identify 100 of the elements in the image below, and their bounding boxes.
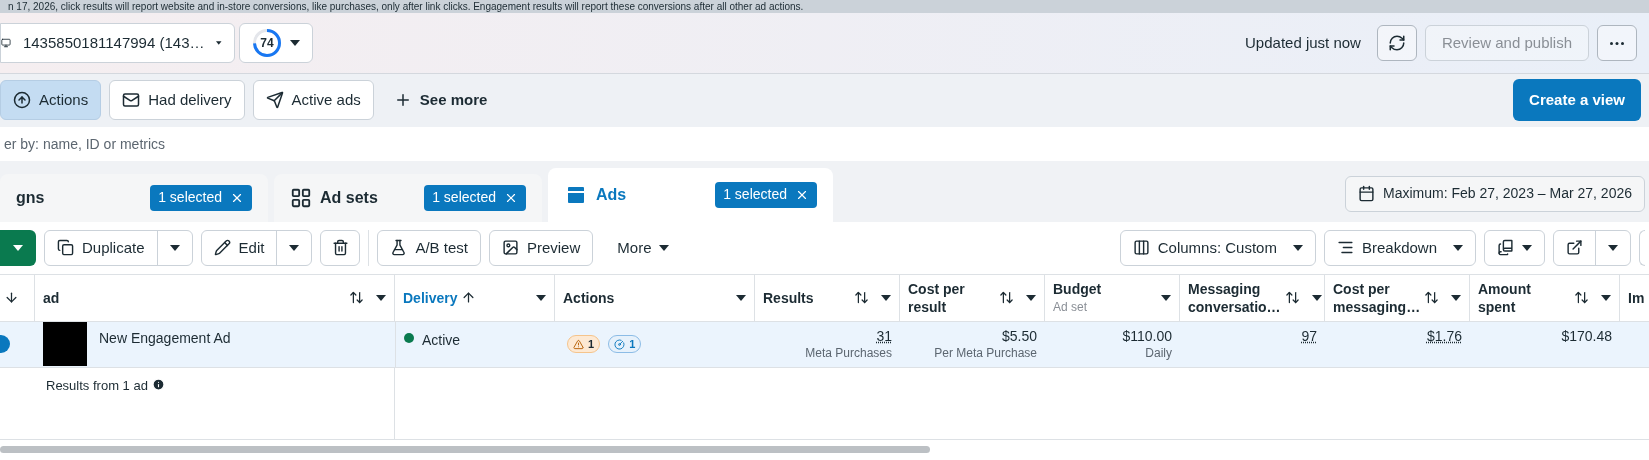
envelope-icon xyxy=(122,91,141,110)
selection-badge[interactable]: 1 selected xyxy=(715,182,817,208)
actions-badge[interactable]: 1 xyxy=(608,335,642,354)
metric-value: $5.50 xyxy=(1001,328,1037,345)
column-header[interactable]: Actions xyxy=(555,275,755,321)
close-icon xyxy=(795,188,809,202)
caret-icon xyxy=(1451,295,1462,301)
caret-icon xyxy=(1601,295,1611,301)
score-selector[interactable]: 74 xyxy=(239,23,313,64)
filter-chip[interactable]: Actions xyxy=(0,80,102,121)
sort-ascending-icon[interactable] xyxy=(461,290,477,306)
breakdown-button[interactable]: Breakdown xyxy=(1323,230,1476,266)
filter-chip[interactable]: Had delivery xyxy=(109,80,245,121)
level-tab[interactable]: Ad sets 1 selected xyxy=(274,174,542,222)
column-header[interactable]: Budget Ad set xyxy=(1045,275,1180,321)
reports-button[interactable] xyxy=(1484,230,1545,266)
sort-icon[interactable] xyxy=(349,290,364,306)
sort-icon[interactable] xyxy=(1284,290,1300,306)
ad-name[interactable]: New Engagement Ad xyxy=(99,322,231,349)
ad-thumbnail xyxy=(43,322,87,366)
calendar-icon xyxy=(1357,185,1375,203)
edit-label: Edit xyxy=(238,237,265,258)
caret-icon xyxy=(1311,295,1322,301)
column-title: Budget xyxy=(1053,280,1102,298)
column-title: Results xyxy=(763,289,814,307)
selection-badge[interactable]: 1 selected xyxy=(424,185,526,211)
column-header[interactable]: ad xyxy=(35,275,395,321)
warning-icon xyxy=(573,339,584,350)
reports-icon xyxy=(1497,239,1514,257)
duplicate-split-button[interactable]: Duplicate xyxy=(44,230,193,266)
see-more-button[interactable]: See more xyxy=(381,89,500,112)
caret-icon xyxy=(536,295,546,301)
create-view-button[interactable]: Create a view xyxy=(1513,79,1641,122)
create-dropdown-button[interactable] xyxy=(0,230,36,266)
caret-icon xyxy=(1608,245,1618,251)
caret-icon xyxy=(289,245,300,251)
date-range-picker[interactable]: Maximum: Feb 27, 2023 – Mar 27, 2026 xyxy=(1344,176,1645,212)
column-header[interactable]: Amount spent xyxy=(1470,275,1620,321)
column-header[interactable]: Im xyxy=(1620,275,1649,321)
preview-button[interactable]: Preview xyxy=(488,230,594,266)
caret-icon xyxy=(1453,245,1463,251)
more-button[interactable]: More xyxy=(601,230,686,266)
sort-icon[interactable] xyxy=(999,290,1014,306)
column-header[interactable]: Results xyxy=(755,275,900,321)
columns-button[interactable]: Columns: Custom xyxy=(1119,230,1316,266)
column-header[interactable]: Messaging conversatio… xyxy=(1180,275,1325,321)
warning-badge[interactable]: 1 xyxy=(567,335,601,354)
caret-icon xyxy=(169,245,180,251)
delete-button[interactable] xyxy=(320,230,361,266)
sort-descending-icon[interactable] xyxy=(4,290,19,306)
sort-icon[interactable] xyxy=(1424,290,1440,306)
caret-icon xyxy=(216,40,222,47)
filter-chip[interactable]: Active ads xyxy=(252,80,374,121)
column-subtitle: Ad set xyxy=(1053,299,1089,316)
column-header[interactable]: Cost per result xyxy=(900,275,1045,321)
level-tab[interactable]: Ads 1 selected xyxy=(548,168,833,222)
column-title: ad xyxy=(43,289,60,307)
flask-icon xyxy=(390,239,408,257)
column-header[interactable]: Delivery xyxy=(395,275,555,321)
edit-split-button[interactable]: Edit xyxy=(200,230,313,266)
metric-label: Per Meta Purchase xyxy=(934,345,1037,362)
results-summary: Results from 1 ad xyxy=(46,377,148,395)
metric-value: $170.48 xyxy=(1561,328,1612,345)
column-title: Messaging conversatio… xyxy=(1188,280,1281,316)
gauge-icon xyxy=(614,339,626,350)
horizontal-scrollbar[interactable] xyxy=(0,446,930,454)
toggle-switch[interactable] xyxy=(0,335,10,354)
paper-plane-icon xyxy=(265,91,284,110)
column-header[interactable]: Cost per messaging… xyxy=(1325,275,1470,321)
copy-icon xyxy=(57,239,74,257)
metric-label: Meta Purchases xyxy=(805,345,892,362)
column-title: Delivery xyxy=(403,289,458,307)
info-icon[interactable] xyxy=(151,378,165,391)
score-gauge: 74 xyxy=(252,28,282,59)
notice-text: n 17, 2026, click results will report website and in-store conversions, like purchases, only after link clicks. Engagement results will report these conversions after all other ad actions. xyxy=(8,0,804,13)
column-title: Im xyxy=(1628,289,1645,307)
search-field[interactable]: er by: name, ID or metrics xyxy=(0,126,1649,161)
column-title: Amount spent xyxy=(1478,280,1532,316)
column-title: Cost per result xyxy=(908,280,966,316)
caret-icon xyxy=(736,295,746,301)
tab-label: gns xyxy=(16,188,45,208)
refresh-icon xyxy=(1387,34,1406,53)
caret-icon xyxy=(13,245,23,251)
update-status: Updated just now xyxy=(1245,32,1361,53)
account-selector[interactable]: 1435850181147994 (143… xyxy=(0,23,235,64)
caret-icon xyxy=(659,245,670,251)
refresh-button[interactable] xyxy=(1376,25,1417,62)
sort-icon[interactable] xyxy=(1574,290,1589,306)
grid-icon xyxy=(290,187,312,209)
close-icon xyxy=(504,191,518,205)
caret-icon xyxy=(290,40,300,47)
selection-badge[interactable]: 1 selected xyxy=(150,185,252,211)
export-split-button[interactable] xyxy=(1553,230,1631,266)
metric-value: $1.76 xyxy=(1426,328,1462,345)
level-tab[interactable]: gns 1 selected xyxy=(0,174,268,222)
more-icon xyxy=(1610,41,1624,45)
duplicate-label: Duplicate xyxy=(82,237,145,258)
ab-test-button[interactable]: A/B test xyxy=(377,230,481,266)
sort-icon[interactable] xyxy=(854,290,869,306)
arrow-circle-icon xyxy=(13,91,31,110)
